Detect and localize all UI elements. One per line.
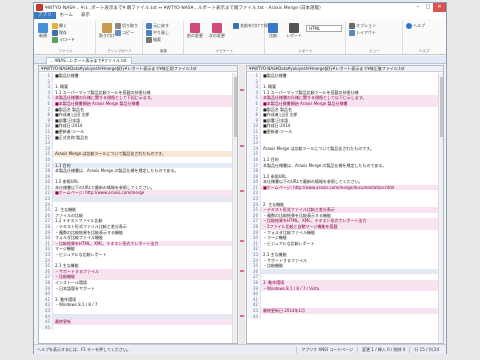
copy-button[interactable]: コピー	[115, 30, 134, 36]
group-label-file: ファイル	[58, 49, 73, 53]
left-file-pane[interactable]: ¥¥WTYO-NAS¥Data¥yukiyoshi¥merge試行¥レポート表示…	[38, 65, 238, 344]
tab-home[interactable]: ホーム	[56, 12, 77, 19]
group-label-report: レポート	[298, 49, 313, 53]
prev-change-button[interactable]: 前の変更	[187, 23, 203, 39]
change-marker[interactable]	[240, 315, 244, 317]
reload-icon	[52, 37, 58, 43]
status-position: 行 15 / 列 24	[409, 346, 443, 353]
reload-button[interactable]: リロード	[52, 37, 75, 43]
layout-button[interactable]: レイアウト	[349, 30, 376, 36]
change-marker[interactable]	[240, 89, 244, 91]
maximize-button[interactable]: □	[423, 3, 433, 12]
document-tab[interactable]: ...¥NAS...レポート表示まで¥ファイル.txt	[46, 57, 132, 64]
code-line[interactable]: 46	[39, 324, 237, 331]
clipboard-icon	[102, 23, 112, 33]
undo-icon	[146, 23, 152, 29]
ribbon-tab-bar: アプリ ホーム 表示	[34, 12, 446, 19]
left-line-list: 1 ■製品仕様書 2 3 1. 概要 4 1.1 スーパーマップ製品比較ツールを搭載の技術仕…	[39, 73, 237, 331]
new-document-icon	[38, 23, 48, 33]
ribbon-group-file: 新規 開く 保存 リロード ファイル	[36, 21, 96, 54]
close-button[interactable]: ✕	[433, 3, 446, 12]
minimize-button[interactable]: –	[413, 3, 423, 12]
save-icon	[52, 30, 58, 36]
document-tab-bar: ...¥NAS...レポート表示まで¥ファイル.txt	[34, 56, 446, 64]
left-scrollbar[interactable]	[232, 73, 237, 343]
copy-icon	[115, 30, 121, 36]
change-marker[interactable]	[240, 145, 244, 147]
ribbon-group-clipboard: 貼り付け 切り取り コピー クリップボード	[97, 21, 143, 54]
code-line[interactable]: 44	[247, 313, 443, 320]
right-file-path: ¥¥WTYO-NAS¥Data¥yukiyoshi¥merge試行¥レポート表示…	[247, 66, 443, 72]
redo-button[interactable]: やり直し	[146, 30, 169, 36]
help-button[interactable]: ヘルプ	[406, 23, 425, 29]
ribbon: 新規 開く 保存 リロード ファイル 貼り付け 切り取り コピー クリップボード…	[34, 19, 446, 55]
ribbon-group-help: ヘルプ ヘルプ	[404, 21, 444, 54]
ribbon-group-navigate: 前の変更 次の変更 名前を付けて保存 ナビゲート	[185, 21, 272, 54]
left-file-path: ¥¥WTYO-NAS¥Data¥yukiyoshi¥merge試行¥レポート表示…	[39, 66, 237, 72]
change-marker[interactable]	[240, 270, 244, 272]
layout-icon	[349, 30, 355, 36]
change-marker[interactable]	[240, 240, 244, 242]
right-line-list: 1 ■製品仕様書 2 3 1. 概要 4 1.1 スーパーマップ製品比較ツールを搭載の技術仕…	[247, 73, 443, 320]
arrow-down-icon	[212, 23, 222, 33]
compare-icon	[268, 23, 278, 33]
ribbon-group-view: オプション レイアウト ビュー	[347, 21, 403, 54]
report-format-select[interactable]: HTML	[306, 25, 342, 32]
right-scroll-thumb[interactable]	[440, 77, 443, 137]
app-logo-icon	[36, 4, 43, 11]
options-button[interactable]: オプション	[349, 23, 376, 29]
next-change-button[interactable]: 次の変更	[209, 23, 225, 39]
undo-button[interactable]: 元に戻す	[146, 23, 169, 29]
group-label-view: ビュー	[369, 49, 380, 53]
line-number: 44	[247, 313, 261, 320]
save-as-icon	[233, 23, 239, 29]
change-marker[interactable]	[240, 190, 244, 192]
scissors-icon	[115, 23, 121, 29]
app-window: ¥WTYO-NAS¥... ¥ル..ポート表示まで¥ 端ファイル.txt ↔ ¥…	[33, 2, 447, 354]
redo-icon	[146, 30, 152, 36]
paste-button[interactable]: 貼り付け	[99, 23, 115, 39]
window-title: ¥WTYO-NAS¥... ¥ル..ポート表示まで¥ 端ファイル.txt ↔ ¥…	[45, 5, 321, 11]
status-encoding: アプリケ ANSI コードページ	[296, 346, 357, 353]
compare-button[interactable]: 比較	[268, 23, 278, 39]
group-label-clipboard: クリップボード	[107, 49, 132, 53]
folder-icon	[52, 23, 58, 29]
status-bar: ヘルプを表示するには、F1 キーを押してください。 アプリケ ANSI コードペ…	[34, 344, 446, 354]
line-text	[261, 314, 443, 320]
line-text	[53, 325, 237, 331]
ribbon-group-report: 比較 レポート HTML レポート	[266, 21, 346, 54]
right-scrollbar[interactable]	[438, 73, 443, 343]
change-gutter	[239, 65, 245, 344]
line-number: 46	[39, 324, 53, 331]
cut-button[interactable]: 切り取り	[115, 23, 138, 29]
save-button[interactable]: 保存	[52, 30, 67, 36]
title-bar: ¥WTYO-NAS¥... ¥ル..ポート表示まで¥ 端ファイル.txt ↔ ¥…	[34, 3, 446, 12]
group-label-navigate: ナビゲート	[215, 49, 234, 53]
group-label-help: ヘルプ	[418, 49, 430, 53]
gear-icon	[349, 23, 355, 29]
new-button[interactable]: 新規	[38, 23, 48, 39]
right-file-pane[interactable]: ¥¥WTYO-NAS¥Data¥yukiyoshi¥merge試行¥レポート表示…	[246, 65, 444, 344]
report-button[interactable]: レポート	[286, 23, 302, 39]
report-icon	[289, 23, 299, 33]
status-help-text: ヘルプを表示するには、F1 キーを押してください。	[37, 346, 131, 352]
help-icon	[406, 23, 412, 29]
left-scroll-thumb[interactable]	[234, 77, 237, 137]
find-button[interactable]: 検索	[146, 37, 161, 43]
search-icon	[146, 37, 152, 43]
group-label-edit: 編集	[160, 49, 167, 53]
status-changes: 変更 1 / 挿入 0 / 削除 0	[357, 346, 409, 353]
ribbon-group-edit: 元に戻す やり直し 検索 編集	[144, 21, 184, 54]
open-button[interactable]: 開く	[52, 23, 67, 29]
tab-view[interactable]: 表示	[77, 12, 94, 19]
tab-app[interactable]: アプリ	[34, 12, 56, 19]
arrow-up-icon	[190, 23, 200, 33]
